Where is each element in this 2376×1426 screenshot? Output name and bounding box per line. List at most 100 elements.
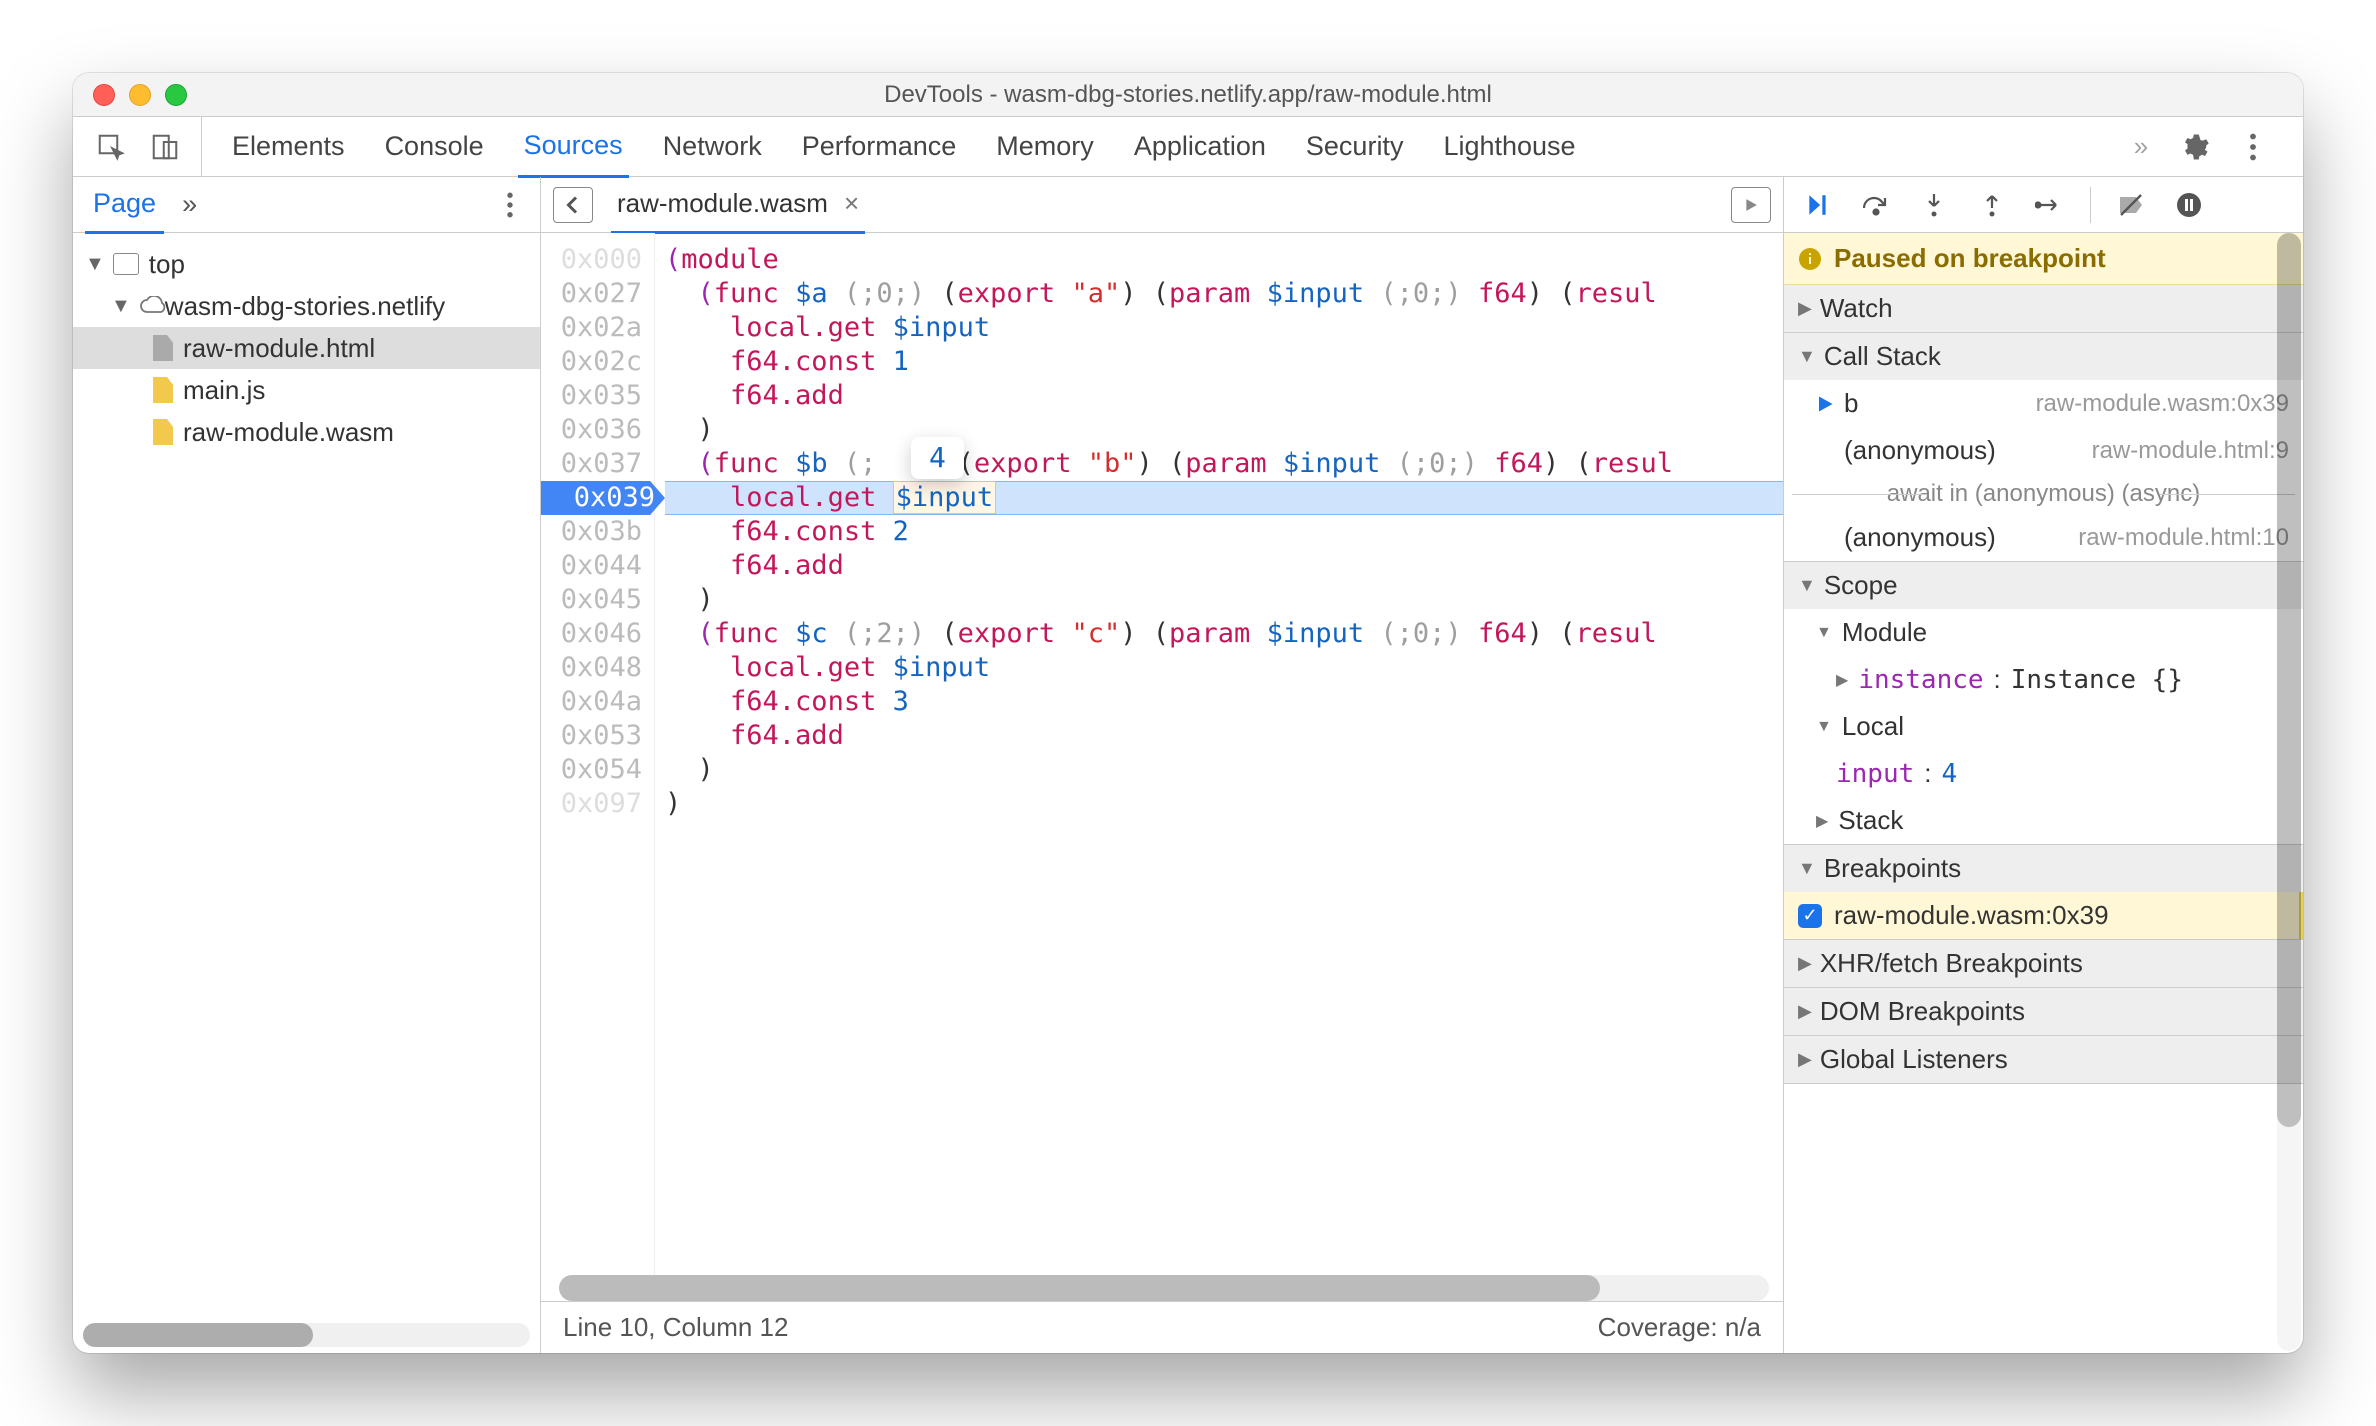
more-panels-icon[interactable]: »: [2123, 129, 2159, 165]
navigator-menu-icon[interactable]: [492, 187, 528, 223]
scrollbar-thumb[interactable]: [2277, 233, 2301, 1127]
gutter-address[interactable]: 0x03b: [541, 515, 642, 549]
code-line[interactable]: f64.add: [665, 549, 1783, 583]
gutter-address[interactable]: 0x037: [541, 447, 642, 481]
gutter-address[interactable]: 0x097: [541, 787, 642, 821]
scope-local[interactable]: ▼Local: [1784, 703, 2303, 750]
callstack-frame[interactable]: (anonymous)raw-module.html:9: [1784, 427, 2303, 474]
gutter-address[interactable]: 0x036: [541, 413, 642, 447]
gutter-address[interactable]: 0x048: [541, 651, 642, 685]
pause-on-exceptions-icon[interactable]: [2171, 187, 2207, 223]
callstack-frame[interactable]: braw-module.wasm:0x39: [1784, 380, 2303, 427]
watch-section[interactable]: ▶Watch: [1784, 285, 2303, 333]
tree-top[interactable]: ▼ top: [73, 243, 540, 285]
panel-tab-security[interactable]: Security: [1300, 117, 1410, 176]
tree-file[interactable]: main.js: [73, 369, 540, 411]
gutter-address[interactable]: 0x046: [541, 617, 642, 651]
editor-tab[interactable]: raw-module.wasm ×: [611, 176, 865, 234]
step-over-icon[interactable]: [1858, 187, 1894, 223]
paused-text: Paused on breakpoint: [1834, 243, 2106, 274]
code-line[interactable]: ): [665, 787, 1783, 821]
code-line[interactable]: (module: [665, 243, 1783, 277]
scope-header[interactable]: ▼Scope: [1784, 562, 2303, 609]
navigator-more-tabs-icon[interactable]: »: [182, 189, 197, 220]
code-line[interactable]: f64.const 1: [665, 345, 1783, 379]
debugger-pane: Paused on breakpoint ▶Watch ▼Call Stack …: [1784, 233, 2303, 1353]
code-line[interactable]: local.get $input: [665, 481, 1783, 515]
code-line[interactable]: (func $a (;0;) (export "a") (param $inpu…: [665, 277, 1783, 311]
element-picker-icon[interactable]: [93, 129, 129, 165]
code-line[interactable]: local.get $input: [665, 651, 1783, 685]
panel-tab-application[interactable]: Application: [1128, 117, 1272, 176]
breakpoint-checkbox[interactable]: ✓: [1798, 904, 1822, 928]
callstack-header[interactable]: ▼Call Stack: [1784, 333, 2303, 380]
navigator-tab-page[interactable]: Page: [85, 176, 164, 234]
disclosure-icon: ▼: [85, 253, 105, 276]
scope-module-instance[interactable]: ▶instance: Instance {}: [1784, 656, 2303, 703]
code-line[interactable]: f64.add: [665, 719, 1783, 753]
navigator-header: Page »: [73, 177, 540, 233]
editor-h-scrollbar[interactable]: [559, 1275, 1769, 1301]
panel-tab-performance[interactable]: Performance: [796, 117, 963, 176]
gutter-address[interactable]: 0x02c: [541, 345, 642, 379]
device-toolbar-icon[interactable]: [147, 129, 183, 165]
gutter-address[interactable]: 0x027: [541, 277, 642, 311]
code-content[interactable]: (module (func $a (;0;) (export "a") (par…: [655, 233, 1783, 1275]
code-line[interactable]: ): [665, 753, 1783, 787]
deactivate-breakpoints-icon[interactable]: [2113, 187, 2149, 223]
gutter[interactable]: 0x0000x0270x02a0x02c0x0350x0360x0370x039…: [541, 233, 655, 1275]
code-line[interactable]: f64.const 2: [665, 515, 1783, 549]
panel-tab-console[interactable]: Console: [379, 117, 490, 176]
tree-origin[interactable]: ▼ wasm-dbg-stories.netlify: [73, 285, 540, 327]
scope-stack[interactable]: ▶Stack: [1784, 797, 2303, 844]
run-snippet-icon[interactable]: [1731, 187, 1771, 223]
title-bar: DevTools - wasm-dbg-stories.netlify.app/…: [73, 73, 2303, 117]
panel-tab-lighthouse[interactable]: Lighthouse: [1437, 117, 1581, 176]
dom-breakpoints-section[interactable]: ▶DOM Breakpoints: [1784, 988, 2303, 1036]
scope-local-input[interactable]: input: 4: [1784, 750, 2303, 797]
kebab-menu-icon[interactable]: [2235, 129, 2271, 165]
disclosure-icon: ▼: [111, 295, 131, 318]
close-tab-icon[interactable]: ×: [844, 188, 859, 219]
callstack-frame[interactable]: (anonymous)raw-module.html:10: [1784, 514, 2303, 561]
value-tooltip: 4: [911, 437, 964, 479]
step-into-icon[interactable]: [1916, 187, 1952, 223]
code-line[interactable]: f64.const 3: [665, 685, 1783, 719]
tree-file[interactable]: raw-module.wasm: [73, 411, 540, 453]
settings-icon[interactable]: [2177, 129, 2213, 165]
code-line[interactable]: local.get $input: [665, 311, 1783, 345]
global-listeners-section[interactable]: ▶Global Listeners: [1784, 1036, 2303, 1084]
code-line[interactable]: f64.add: [665, 379, 1783, 413]
navigator-h-scrollbar[interactable]: [83, 1323, 530, 1347]
code-line[interactable]: (func $c (;2;) (export "c") (param $inpu…: [665, 617, 1783, 651]
breakpoints-header[interactable]: ▼Breakpoints: [1784, 845, 2303, 892]
gutter-address[interactable]: 0x053: [541, 719, 642, 753]
breakpoint-row[interactable]: ✓raw-module.wasm:0x39: [1784, 892, 2303, 939]
panel-tab-memory[interactable]: Memory: [990, 117, 1100, 176]
debugger-v-scrollbar[interactable]: [2277, 233, 2301, 1351]
panel-tab-elements[interactable]: Elements: [226, 117, 351, 176]
scrollbar-thumb[interactable]: [559, 1275, 1600, 1301]
code-line[interactable]: ): [665, 583, 1783, 617]
xhr-breakpoints-section[interactable]: ▶XHR/fetch Breakpoints: [1784, 940, 2303, 988]
gutter-address[interactable]: 0x035: [541, 379, 642, 413]
step-icon[interactable]: [2032, 187, 2068, 223]
gutter-address[interactable]: 0x04a: [541, 685, 642, 719]
window-title: DevTools - wasm-dbg-stories.netlify.app/…: [73, 81, 2303, 109]
gutter-address[interactable]: 0x044: [541, 549, 642, 583]
code-editor[interactable]: 0x039 0x0000x0270x02a0x02c0x0350x0360x03…: [541, 233, 1783, 1275]
step-out-icon[interactable]: [1974, 187, 2010, 223]
gutter-address[interactable]: 0x000: [541, 243, 642, 277]
scrollbar-thumb[interactable]: [83, 1323, 313, 1347]
navigate-back-icon[interactable]: [553, 187, 593, 223]
gutter-address[interactable]: 0x054: [541, 753, 642, 787]
scope-module[interactable]: ▼Module: [1784, 609, 2303, 656]
tree-file[interactable]: raw-module.html: [73, 327, 540, 369]
gutter-address[interactable]: 0x02a: [541, 311, 642, 345]
code-line[interactable]: ): [665, 413, 1783, 447]
panel-tab-sources[interactable]: Sources: [518, 116, 629, 178]
code-line[interactable]: (func $b (; ;) (export "b") (param $inpu…: [665, 447, 1783, 481]
gutter-address[interactable]: 0x045: [541, 583, 642, 617]
resume-icon[interactable]: [1800, 187, 1836, 223]
panel-tab-network[interactable]: Network: [657, 117, 768, 176]
